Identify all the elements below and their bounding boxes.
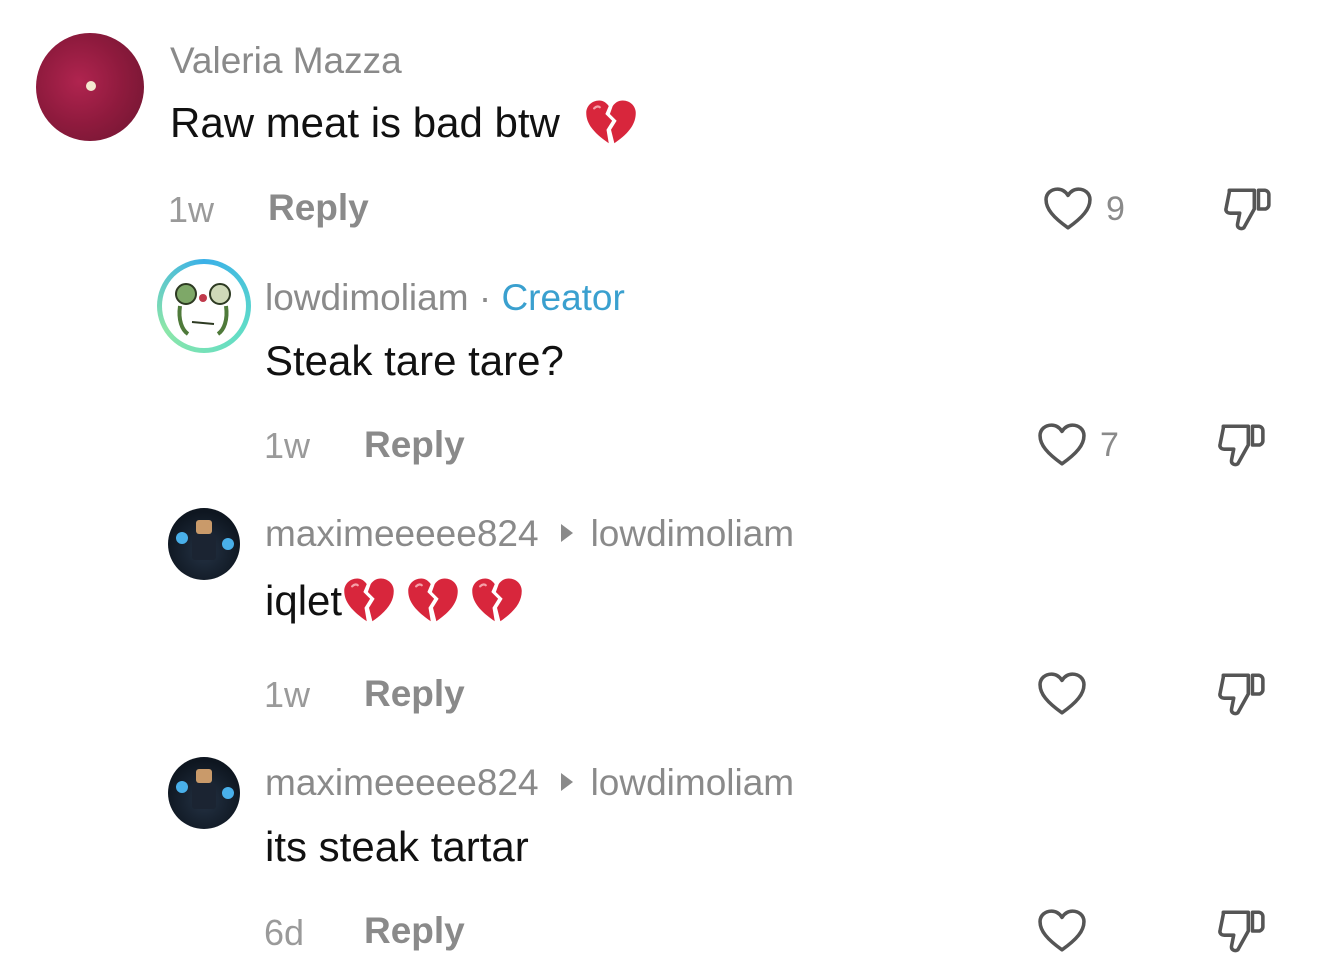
reply-arrow-icon bbox=[560, 773, 573, 792]
dislike-icon[interactable] bbox=[1214, 420, 1268, 470]
comment-time: 1w bbox=[168, 189, 215, 230]
like-count: 9 bbox=[1106, 190, 1125, 228]
comment-item: maximeeeee824 lowdimoliam its steak tarta… bbox=[0, 740, 1320, 961]
comment-username-row: maximeeeee824 lowdimoliam bbox=[265, 515, 794, 552]
like-button[interactable]: 7 bbox=[1036, 422, 1119, 468]
comment-username[interactable]: maximeeeee824 bbox=[265, 513, 539, 554]
dislike-icon[interactable] bbox=[1214, 906, 1268, 956]
dislike-icon[interactable] bbox=[1214, 669, 1268, 719]
heart-icon bbox=[1042, 186, 1094, 232]
comment-item: maximeeeee824 lowdimoliam iqlet 1w Reply bbox=[0, 490, 1320, 740]
like-button[interactable] bbox=[1036, 908, 1088, 954]
avatar[interactable] bbox=[168, 508, 240, 580]
avatar-image bbox=[162, 264, 246, 348]
avatar[interactable] bbox=[36, 33, 144, 141]
comment-text: its steak tartar bbox=[265, 823, 529, 870]
broken-heart-emoji bbox=[342, 576, 396, 626]
comment-text: Steak tare tare? bbox=[265, 337, 564, 384]
heart-icon bbox=[1036, 908, 1088, 954]
avatar[interactable] bbox=[157, 259, 251, 353]
heart-icon bbox=[1036, 671, 1088, 717]
reply-button[interactable]: Reply bbox=[364, 912, 465, 949]
reply-button[interactable]: Reply bbox=[268, 189, 369, 226]
like-count: 7 bbox=[1100, 426, 1119, 464]
reply-arrow-icon bbox=[560, 524, 573, 543]
dislike-icon[interactable] bbox=[1220, 184, 1274, 234]
reply-to-username[interactable]: lowdimoliam bbox=[591, 513, 795, 554]
comment-username[interactable]: Valeria Mazza bbox=[170, 42, 402, 79]
broken-heart-emoji bbox=[406, 576, 460, 626]
separator-dot: · bbox=[478, 277, 492, 318]
comment-time: 1w bbox=[264, 674, 311, 715]
avatar-dot bbox=[86, 81, 96, 91]
heart-icon bbox=[1036, 422, 1088, 468]
comment-time: 1w bbox=[264, 425, 311, 466]
comment-username-row: maximeeeee824 lowdimoliam bbox=[265, 764, 794, 801]
character-avatar-icon bbox=[176, 520, 234, 560]
reply-to-username[interactable]: lowdimoliam bbox=[591, 762, 795, 803]
character-avatar-icon bbox=[176, 769, 234, 809]
comment-text: iqlet bbox=[265, 580, 524, 626]
broken-heart-emoji bbox=[470, 576, 524, 626]
avatar[interactable] bbox=[168, 757, 240, 829]
broken-heart-emoji bbox=[584, 98, 638, 148]
comment-item: lowdimoliam · Creator Steak tare tare? 1… bbox=[0, 250, 1320, 490]
comment-time: 6d bbox=[264, 912, 305, 953]
like-button[interactable] bbox=[1036, 671, 1088, 717]
comment-item: Valeria Mazza Raw meat is bad btw 1w Rep… bbox=[0, 0, 1320, 250]
like-button[interactable]: 9 bbox=[1042, 186, 1125, 232]
reply-button[interactable]: Reply bbox=[364, 426, 465, 463]
reply-button[interactable]: Reply bbox=[364, 675, 465, 712]
comment-text: Raw meat is bad btw bbox=[170, 102, 638, 148]
comment-username[interactable]: maximeeeee824 bbox=[265, 762, 539, 803]
cartoon-avatar-icon bbox=[175, 283, 231, 336]
comment-username-row: lowdimoliam · Creator bbox=[265, 279, 625, 316]
comment-username[interactable]: lowdimoliam bbox=[265, 277, 469, 318]
creator-badge: Creator bbox=[501, 277, 625, 318]
